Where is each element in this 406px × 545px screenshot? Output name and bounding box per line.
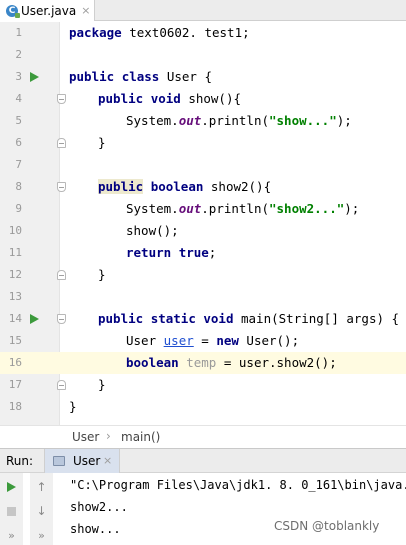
code-line: 18 } (0, 396, 406, 418)
line-number: 13 (8, 290, 22, 303)
expand-toolbar-button[interactable]: » (30, 524, 53, 545)
code-text: } (98, 135, 106, 150)
fold-end-icon[interactable] (57, 380, 66, 390)
watermark: CSDN @toblankly (274, 519, 380, 533)
console-line: show... (70, 522, 121, 536)
double-chevron-icon: » (8, 528, 15, 542)
code-text: } (69, 399, 77, 414)
code-line: 13 (0, 286, 406, 308)
console-line: show2... (70, 500, 128, 514)
code-line: 9 System.out.println("show2..."); (0, 198, 406, 220)
line-number: 18 (8, 400, 22, 413)
code-text: package text0602. test1; (69, 25, 250, 40)
code-text: System.out.println("show..."); (126, 113, 352, 128)
line-number: 10 (8, 224, 22, 237)
run-gutter-icon[interactable] (30, 314, 39, 324)
line-number: 1 (15, 26, 22, 39)
code-line: 1 package text0602. test1; (0, 22, 406, 44)
scroll-up-button[interactable]: ↑ (30, 476, 53, 498)
code-text: public class User { (69, 69, 213, 84)
close-icon[interactable]: × (81, 4, 90, 17)
console-line: "C:\Program Files\Java\jdk1. 8. 0_161\bi… (70, 478, 406, 492)
line-number: 14 (8, 312, 22, 325)
current-code-line: 16 boolean temp = user.show2(); (0, 352, 406, 374)
code-text: } (98, 377, 106, 392)
fold-icon[interactable] (57, 182, 66, 192)
line-number: 9 (15, 202, 22, 215)
code-line: 5 System.out.println("show..."); (0, 110, 406, 132)
code-line: 8 public boolean show2(){ (0, 176, 406, 198)
line-number: 17 (8, 378, 22, 391)
stop-button[interactable] (0, 500, 23, 522)
run-label: Run: (6, 454, 34, 468)
tab-label: User.java (21, 3, 77, 18)
line-number: 16 (8, 356, 22, 369)
double-chevron-icon: » (38, 528, 45, 542)
code-line: 4 public void show(){ (0, 88, 406, 110)
code-line: 15 User user = new User(); (0, 330, 406, 352)
arrow-down-icon: ↓ (36, 504, 47, 518)
fold-end-icon[interactable] (57, 138, 66, 148)
breadcrumb-method[interactable]: main() (121, 430, 160, 444)
line-number: 11 (8, 246, 22, 259)
arrow-up-icon: ↑ (36, 480, 47, 494)
breadcrumb: User › main() (0, 425, 406, 448)
line-number: 4 (15, 92, 22, 105)
breadcrumb-separator: › (106, 429, 111, 443)
fold-icon[interactable] (57, 314, 66, 324)
expand-toolbar-button[interactable]: » (0, 524, 23, 545)
run-config-icon (53, 456, 65, 466)
run-toolbar-primary: » (0, 473, 23, 545)
code-text: return true; (126, 245, 217, 260)
line-number: 3 (15, 70, 22, 83)
code-line: 14 public static void main(String[] args… (0, 308, 406, 330)
code-text: boolean temp = user.show2(); (126, 355, 337, 370)
breadcrumb-class[interactable]: User (72, 430, 99, 444)
code-line: 17 } (0, 374, 406, 396)
code-line: 12 } (0, 264, 406, 286)
run-toolbar-secondary: ↑ ↓ » (30, 473, 53, 545)
rerun-button[interactable] (0, 476, 23, 498)
fold-end-icon[interactable] (57, 270, 66, 280)
run-tab-label: User (73, 454, 101, 468)
code-text: public boolean show2(){ (98, 179, 272, 194)
scroll-down-button[interactable]: ↓ (30, 500, 53, 522)
java-class-icon: C (6, 4, 20, 18)
code-line: 2 (0, 44, 406, 66)
line-number: 2 (15, 48, 22, 61)
editor-tab-bar: C User.java × (0, 0, 406, 21)
code-line: 11 return true; (0, 242, 406, 264)
code-text: public static void main(String[] args) { (98, 311, 400, 326)
code-text: System.out.println("show2..."); (126, 201, 360, 216)
code-text: } (98, 267, 106, 282)
run-gutter-icon[interactable] (30, 72, 39, 82)
stop-icon (7, 506, 16, 516)
code-line: 3 public class User { (0, 66, 406, 88)
line-number: 15 (8, 334, 22, 347)
run-panel-header: Run: User × (0, 448, 406, 473)
code-text: public void show(){ (98, 91, 242, 106)
fold-icon[interactable] (57, 94, 66, 104)
line-number: 8 (15, 180, 22, 193)
line-number: 12 (8, 268, 22, 281)
code-text: show(); (126, 223, 179, 238)
code-text: User user = new User(); (126, 333, 300, 348)
line-number: 5 (15, 114, 22, 127)
code-line: 10 show(); (0, 220, 406, 242)
code-line: 7 (0, 154, 406, 176)
line-number: 6 (15, 136, 22, 149)
code-editor[interactable]: 1 package text0602. test1; 2 3 public cl… (0, 22, 406, 425)
line-number: 7 (15, 158, 22, 171)
play-icon (7, 482, 16, 492)
run-panel: » ↑ ↓ » "C:\Program Files\Java\jdk1. 8. … (0, 473, 406, 545)
console-output[interactable]: "C:\Program Files\Java\jdk1. 8. 0_161\bi… (70, 473, 406, 545)
close-icon[interactable]: × (103, 454, 112, 467)
code-line: 6 } (0, 132, 406, 154)
tab-user-java[interactable]: C User.java × (0, 0, 95, 21)
run-tab-user[interactable]: User × (44, 449, 120, 473)
